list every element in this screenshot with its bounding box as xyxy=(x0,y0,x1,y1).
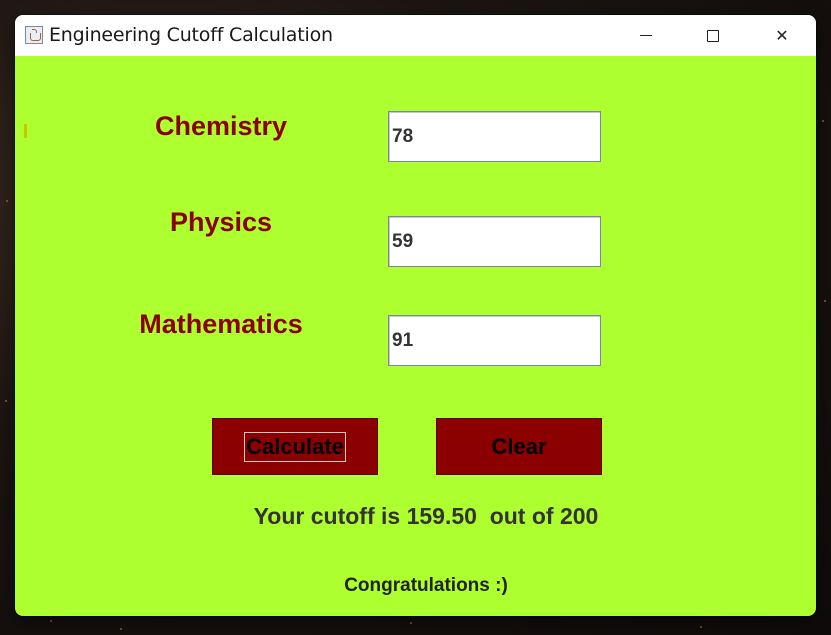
mathematics-label: Mathematics xyxy=(139,309,303,339)
window-title: Engineering Cutoff Calculation xyxy=(49,24,333,46)
physics-value: 59 xyxy=(392,230,414,252)
physics-input[interactable]: 59 xyxy=(388,216,601,267)
maximize-icon xyxy=(707,29,719,42)
physics-label: Physics xyxy=(169,207,273,237)
close-icon: ✕ xyxy=(775,26,789,45)
clear-button[interactable]: Clear xyxy=(436,418,602,475)
calculate-button-label: Calculate xyxy=(244,431,346,462)
chemistry-label: Chemistry xyxy=(154,111,288,141)
chemistry-value: 78 xyxy=(392,125,414,147)
focus-marker xyxy=(24,124,27,138)
mathematics-value: 91 xyxy=(392,329,414,351)
title-bar[interactable]: Engineering Cutoff Calculation ✕ xyxy=(15,15,816,56)
chemistry-input[interactable]: 78 xyxy=(388,111,601,162)
maximize-button[interactable] xyxy=(690,15,736,56)
minimize-icon xyxy=(640,35,652,36)
minimize-button[interactable] xyxy=(623,15,669,56)
content-panel: Chemistry 78 Physics 59 Mathematics 91 C… xyxy=(15,56,816,616)
mathematics-input[interactable]: 91 xyxy=(388,315,601,366)
cutoff-result: Your cutoff is 159.50 out of 200 xyxy=(253,503,599,529)
close-button[interactable]: ✕ xyxy=(759,15,805,56)
calculate-button[interactable]: Calculate xyxy=(212,418,378,475)
clear-button-label: Clear xyxy=(491,433,547,459)
app-window: Engineering Cutoff Calculation ✕ Chemist… xyxy=(15,15,816,616)
congratulations-message: Congratulations :) xyxy=(344,575,508,596)
java-cup-icon xyxy=(25,26,43,44)
